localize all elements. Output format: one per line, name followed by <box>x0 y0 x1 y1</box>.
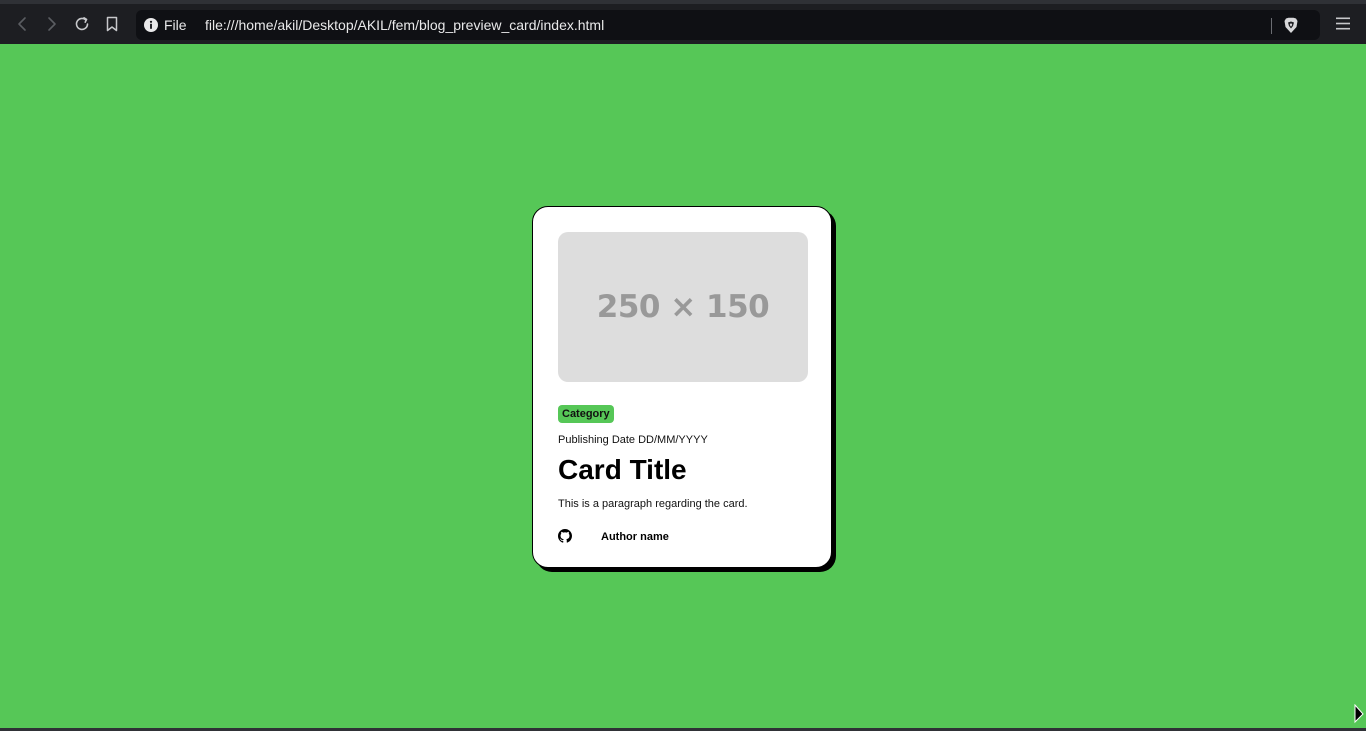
info-icon[interactable] <box>144 18 158 32</box>
blog-preview-card: 250 × 150 Category Publishing Date DD/MM… <box>532 206 832 568</box>
category-badge: Category <box>558 405 614 423</box>
back-button[interactable] <box>10 12 34 36</box>
bookmark-icon <box>106 16 118 32</box>
chevron-left-icon <box>18 17 26 31</box>
hamburger-menu-icon[interactable] <box>1334 16 1352 32</box>
brave-shield-icon[interactable] <box>1283 17 1299 34</box>
url-divider <box>1271 18 1272 34</box>
reload-icon <box>75 17 89 31</box>
card-image-placeholder: 250 × 150 <box>558 232 808 382</box>
publishing-date: Publishing Date DD/MM/YYYY <box>558 434 708 446</box>
bookmark-button[interactable] <box>100 12 124 36</box>
browser-toolbar: File file:///home/akil/Desktop/AKIL/fem/… <box>0 0 1366 44</box>
author-name: Author name <box>601 531 669 543</box>
reload-button[interactable] <box>70 12 94 36</box>
url-text[interactable]: file:///home/akil/Desktop/AKIL/fem/blog_… <box>205 17 604 33</box>
address-bar[interactable]: File file:///home/akil/Desktop/AKIL/fem/… <box>136 10 1320 40</box>
mouse-cursor-icon <box>1354 704 1364 724</box>
url-scheme-label: File <box>164 17 187 33</box>
github-icon <box>558 529 572 543</box>
card-description: This is a paragraph regarding the card. <box>558 498 748 510</box>
chevron-right-icon <box>48 17 56 31</box>
card-title[interactable]: Card Title <box>558 454 687 486</box>
forward-button[interactable] <box>40 12 64 36</box>
